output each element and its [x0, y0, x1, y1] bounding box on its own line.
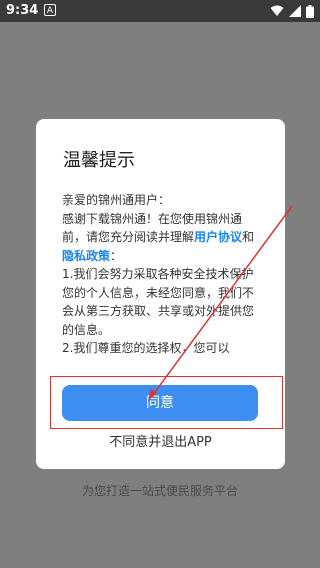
and-text: 和	[242, 230, 255, 244]
status-bar: 9:34 A	[0, 0, 320, 22]
intro-paragraph: 感谢下载锦州通！在您使用锦州通前，请您充分阅读并理解用户协议和隐私政策：	[62, 210, 261, 266]
battery-icon	[306, 4, 314, 18]
dialog-title: 温馨提示	[63, 150, 135, 171]
decline-exit-button[interactable]: 不同意并退出APP	[36, 431, 285, 450]
user-agreement-link[interactable]: 用户协议	[194, 230, 242, 244]
privacy-policy-link[interactable]: 隐私政策	[62, 249, 110, 263]
greeting-text: 亲爱的锦州通用户：	[62, 193, 171, 207]
agree-button[interactable]: 同意	[62, 385, 258, 421]
status-time: 9:34	[6, 3, 39, 18]
privacy-dialog: 温馨提示 亲爱的锦州通用户： 感谢下载锦州通！在您使用锦州通前，请您充分阅读并理…	[36, 119, 285, 469]
item-2-text: 2.我们尊重您的选择权，您可以	[62, 341, 230, 355]
colon-text: ：	[110, 248, 123, 263]
signal-icon	[289, 5, 301, 17]
wifi-icon	[270, 5, 284, 16]
notification-icon: A	[44, 4, 56, 16]
item-1-text: 1.我们会努力采取各种安全技术保护您的个人信息，未经您同意，我们不会从第三方获取…	[62, 267, 255, 337]
status-icons	[270, 4, 314, 18]
